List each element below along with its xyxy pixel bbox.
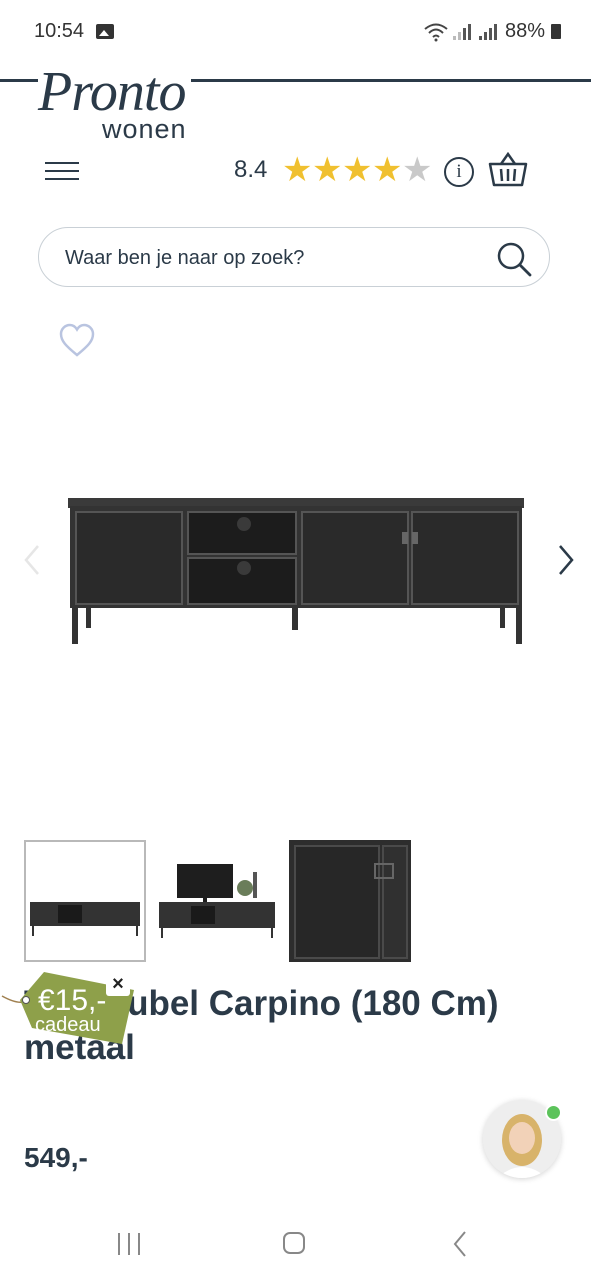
signal-icon bbox=[452, 23, 475, 40]
star-icon: ★ bbox=[402, 151, 433, 189]
back-icon[interactable] bbox=[452, 1230, 468, 1258]
promo-amount: €15,- bbox=[38, 984, 107, 1017]
star-icon: ★ bbox=[312, 151, 343, 189]
thumbnail-image bbox=[294, 845, 408, 959]
star-icon: ★ bbox=[342, 151, 373, 189]
basket-icon[interactable] bbox=[488, 152, 528, 188]
chevron-right-icon[interactable] bbox=[556, 544, 576, 576]
menu-icon[interactable] bbox=[45, 158, 79, 184]
thumbnail-image bbox=[159, 864, 275, 938]
search-icon[interactable] bbox=[495, 240, 533, 278]
chevron-left-icon[interactable] bbox=[22, 544, 42, 576]
battery-level: 88% bbox=[504, 20, 545, 42]
signal-icon bbox=[478, 23, 501, 40]
home-icon[interactable] bbox=[283, 1232, 305, 1254]
search-input[interactable] bbox=[63, 242, 487, 274]
product-image[interactable] bbox=[66, 496, 526, 646]
search-bar[interactable] bbox=[38, 227, 550, 287]
product-price: 549,- bbox=[24, 1142, 88, 1173]
status-time: 10:54 bbox=[34, 20, 85, 42]
info-icon[interactable]: i bbox=[444, 157, 474, 187]
thumbnail[interactable] bbox=[157, 840, 279, 962]
rating-score: 8.4 bbox=[234, 156, 268, 183]
online-status-dot bbox=[545, 1104, 562, 1121]
thumbnail[interactable] bbox=[24, 840, 146, 962]
status-indicators: 88% bbox=[423, 20, 561, 43]
recent-apps-icon[interactable] bbox=[118, 1233, 142, 1255]
star-icon: ★ bbox=[282, 151, 313, 189]
wifi-icon bbox=[424, 23, 448, 41]
logo-subtitle: wonen bbox=[102, 114, 187, 144]
thumbnail[interactable] bbox=[289, 840, 411, 962]
promo-label: cadeau bbox=[35, 1014, 101, 1036]
heart-icon[interactable] bbox=[58, 322, 96, 360]
rating-stars: ★ ★ ★ ★ ★ bbox=[282, 150, 432, 190]
star-icon: ★ bbox=[372, 151, 403, 189]
thumbnail-image bbox=[30, 902, 140, 936]
battery-icon bbox=[551, 24, 561, 39]
close-icon[interactable]: × bbox=[106, 972, 130, 996]
image-icon bbox=[96, 24, 114, 39]
